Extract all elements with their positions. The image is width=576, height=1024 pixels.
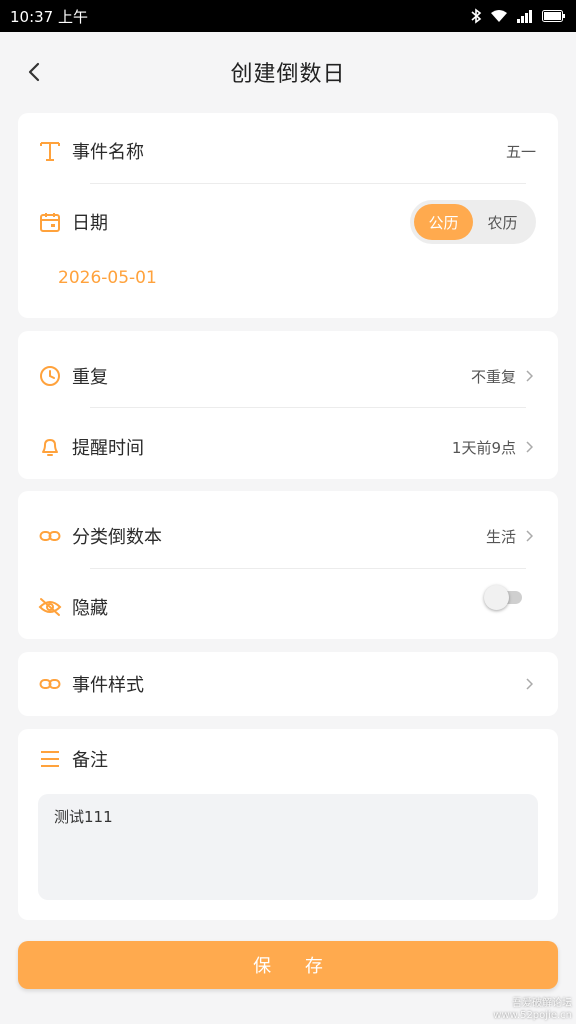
reminder-label: 提醒时间 (72, 438, 144, 459)
page-title: 创建倒数日 (230, 62, 346, 87)
watermark: 吾爱破解论坛 www.52pojie.cn (493, 998, 572, 1022)
event-card: 事件名称 五一 日期 公历 农历 2026-05-01 (18, 113, 558, 318)
style-card: 事件样式 (18, 652, 558, 716)
calendar-type-toggle[interactable]: 公历 农历 (410, 200, 536, 244)
hide-row: 隐藏 (18, 577, 558, 637)
text-icon (38, 139, 62, 163)
signal-icon (516, 9, 534, 23)
save-button[interactable]: 保 存 (18, 941, 558, 989)
repeat-value: 不重复 (470, 367, 516, 386)
wifi-icon (490, 9, 508, 23)
watermark-line2: www.52pojie.cn (493, 1010, 572, 1021)
toggle-thumb (484, 585, 509, 610)
category-value: 生活 (485, 527, 516, 546)
chevron-right-icon (526, 530, 536, 542)
date-value[interactable]: 2026-05-01 (58, 268, 157, 288)
solar-calendar-option[interactable]: 公历 (414, 204, 473, 240)
reminder-value: 1天前9点 (451, 438, 516, 457)
eye-off-icon (38, 595, 62, 619)
note-card: 备注 测试111 (18, 729, 558, 920)
hide-toggle[interactable] (484, 585, 524, 610)
note-header-row: 备注 (18, 729, 558, 789)
status-time: 10:37 上午 (10, 7, 88, 26)
calendar-icon (38, 210, 62, 234)
event-style-row[interactable]: 事件样式 (18, 654, 558, 714)
divider (90, 183, 526, 184)
watermark-line1: 吾爱破解论坛 (512, 998, 572, 1009)
bell-icon (38, 435, 62, 459)
hide-label: 隐藏 (72, 598, 108, 619)
back-button[interactable] (18, 54, 50, 90)
app-bar: 创建倒数日 (0, 32, 576, 112)
divider (90, 407, 526, 408)
event-name-row[interactable]: 事件名称 五一 (18, 121, 558, 181)
link-icon (38, 524, 62, 548)
reminder-row[interactable]: 提醒时间 1天前9点 (18, 417, 558, 477)
chevron-right-icon (526, 441, 536, 453)
lunar-calendar-option[interactable]: 农历 (473, 204, 532, 240)
note-textarea[interactable]: 测试111 (38, 794, 538, 900)
bluetooth-icon (470, 8, 482, 24)
repeat-label: 重复 (72, 367, 108, 388)
divider (90, 568, 526, 569)
category-label: 分类倒数本 (72, 527, 162, 548)
status-icons (470, 8, 566, 24)
event-style-label: 事件样式 (72, 675, 144, 696)
event-name-label: 事件名称 (72, 142, 144, 163)
clock-icon (38, 364, 62, 388)
category-card: 分类倒数本 生活 隐藏 (18, 491, 558, 639)
category-row[interactable]: 分类倒数本 生活 (18, 506, 558, 566)
chevron-right-icon (526, 370, 536, 382)
event-name-value: 五一 (505, 142, 536, 161)
battery-icon (542, 10, 566, 22)
repeat-row[interactable]: 重复 不重复 (18, 346, 558, 406)
note-label: 备注 (72, 750, 108, 771)
back-arrow-icon (28, 62, 40, 82)
status-bar: 10:37 上午 (0, 0, 576, 32)
list-icon (38, 747, 62, 771)
link-icon (38, 672, 62, 696)
chevron-right-icon (526, 678, 536, 690)
repeat-card: 重复 不重复 提醒时间 1天前9点 (18, 331, 558, 479)
